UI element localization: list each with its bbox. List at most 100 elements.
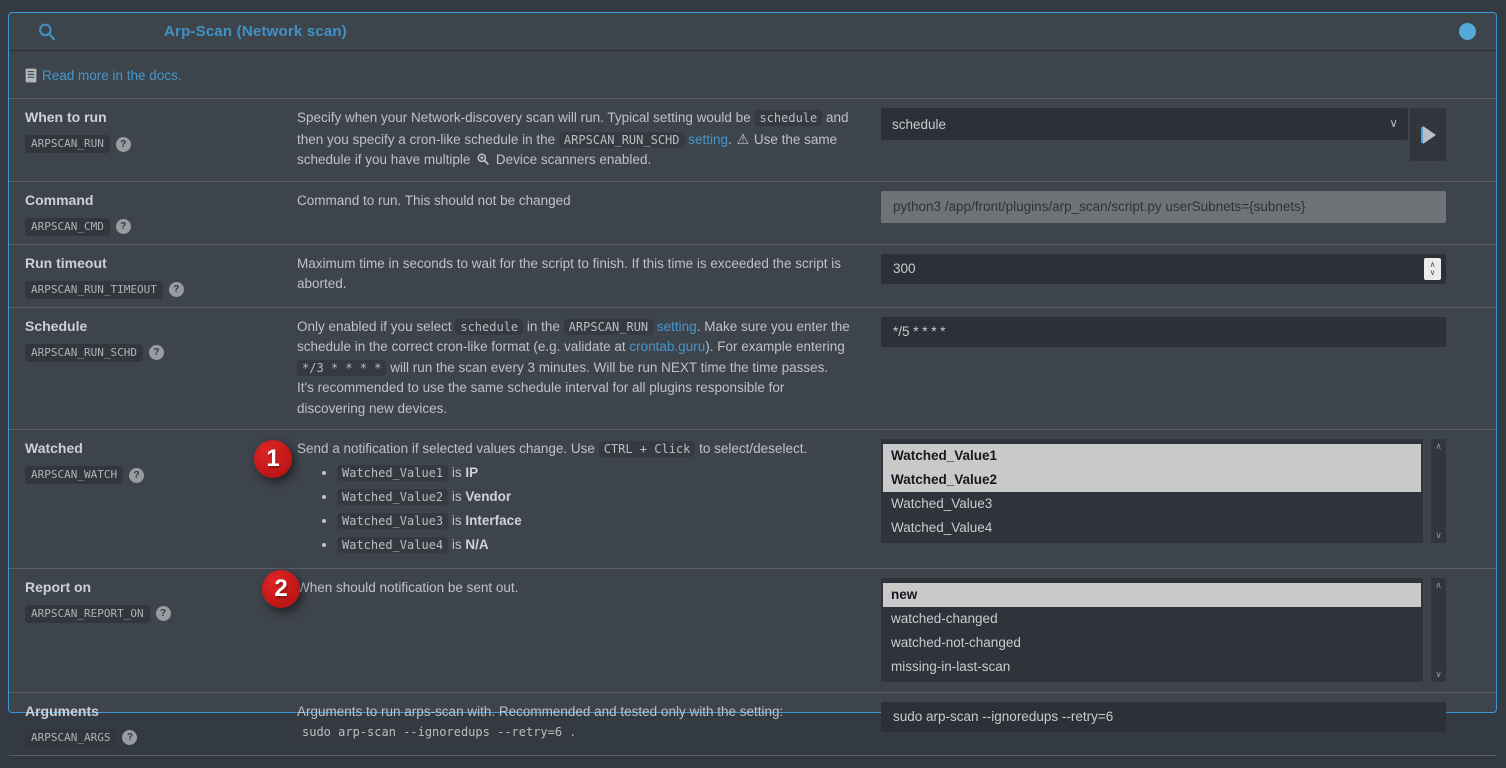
option-missing-in-last-scan[interactable]: missing-in-last-scan xyxy=(883,655,1421,679)
setting-label-cell: Arguments ARPSCAN_ARGS ? xyxy=(9,693,281,755)
setting-key-badge: ARPSCAN_CMD xyxy=(25,218,110,236)
setting-description: Only enabled if you select schedule in t… xyxy=(281,308,869,430)
setting-row: Watched ARPSCAN_WATCH ? Send a notificat… xyxy=(9,429,1496,568)
help-icon[interactable]: ? xyxy=(129,468,144,483)
schedule-input[interactable] xyxy=(881,317,1446,347)
emphasized-value: N/A xyxy=(465,537,488,552)
run-type-select[interactable]: schedule ∨ xyxy=(881,108,1408,140)
setting-control xyxy=(869,182,1496,244)
control-wrap: schedule ∨ xyxy=(881,108,1446,161)
setting-control xyxy=(869,693,1496,755)
setting-label-cell: Schedule ARPSCAN_RUN_SCHD ? xyxy=(9,308,281,430)
help-icon[interactable]: ? xyxy=(149,345,164,360)
inline-code-chip: schedule xyxy=(455,319,523,335)
select-value: schedule xyxy=(892,117,946,132)
setting-label-cell: Command ARPSCAN_CMD ? xyxy=(9,182,281,244)
setting-key-badge: ARPSCAN_RUN_TIMEOUT xyxy=(25,281,163,299)
inline-code-chip: Watched_Value1 xyxy=(337,465,448,481)
settings-page: Arp-Scan (Network scan) Read more in the… xyxy=(0,0,1506,726)
setting-row: Arguments ARPSCAN_ARGS ? Arguments to ru… xyxy=(9,692,1496,755)
option-watched-changed[interactable]: watched-changed xyxy=(883,607,1421,631)
option-new[interactable]: new xyxy=(883,583,1421,607)
panel-footer xyxy=(9,755,1496,768)
setting-label-cell: Report on ARPSCAN_REPORT_ON ? xyxy=(9,569,281,692)
plugin-title: Arp-Scan (Network scan) xyxy=(164,23,347,40)
control-wrap xyxy=(881,191,1446,223)
option-watched_value1[interactable]: Watched_Value1 xyxy=(883,444,1421,468)
setting-control xyxy=(869,308,1496,430)
plugin-header[interactable]: Arp-Scan (Network scan) xyxy=(9,13,1496,51)
setting-description: Specify when your Network-discovery scan… xyxy=(281,99,869,181)
inline-link[interactable]: setting xyxy=(657,319,697,334)
setting-control: newwatched-changedwatched-not-changedmis… xyxy=(869,569,1496,692)
control-wrap: Watched_Value1Watched_Value2Watched_Valu… xyxy=(881,439,1446,543)
inline-code-chip: Watched_Value2 xyxy=(337,489,448,505)
help-icon[interactable]: ? xyxy=(116,219,131,234)
docs-link[interactable]: Read more in the docs. xyxy=(42,68,182,83)
arguments-input[interactable] xyxy=(881,702,1446,732)
search-icon xyxy=(37,22,59,42)
setting-label: Run timeout xyxy=(25,255,273,272)
watched-multiselect[interactable]: Watched_Value1Watched_Value2Watched_Valu… xyxy=(881,439,1423,543)
number-spinner[interactable]: ∧∨ xyxy=(1424,258,1441,280)
option-watched_value4[interactable]: Watched_Value4 xyxy=(883,516,1421,540)
inline-code-chip: */3 * * * * xyxy=(297,360,386,376)
warning-icon: ⚠ xyxy=(736,131,751,147)
chevron-down-icon: ∨ xyxy=(1389,116,1398,130)
timeout-input[interactable] xyxy=(881,254,1446,284)
setting-key-badge: ARPSCAN_ARGS xyxy=(25,729,116,747)
option-watched-not-changed[interactable]: watched-not-changed xyxy=(883,631,1421,655)
bullet-item: Watched_Value2 is Vendor xyxy=(337,486,855,508)
scroll-down-icon: ∨ xyxy=(1435,670,1442,679)
setting-control: schedule ∨ xyxy=(869,99,1496,181)
bullet-item: Watched_Value3 is Interface xyxy=(337,510,855,532)
help-icon[interactable]: ? xyxy=(122,730,137,745)
option-watched_value3[interactable]: Watched_Value3 xyxy=(883,492,1421,516)
setting-label: When to run xyxy=(25,109,273,126)
run-now-button[interactable] xyxy=(1410,108,1446,161)
multiselect-scrollbar[interactable]: ∧∨ xyxy=(1431,439,1446,543)
option-watched_value2[interactable]: Watched_Value2 xyxy=(883,468,1421,492)
inline-code-chip: ARPSCAN_RUN xyxy=(564,319,653,335)
control-wrap: newwatched-changedwatched-not-changedmis… xyxy=(881,578,1446,682)
multiselect-scrollbar[interactable]: ∧∨ xyxy=(1431,578,1446,682)
inline-code-chip: CTRL + Click xyxy=(599,441,696,457)
control-wrap: ∧∨ xyxy=(881,254,1446,284)
enabled-indicator-dot[interactable] xyxy=(1459,23,1476,40)
scroll-up-icon: ∧ xyxy=(1435,581,1442,590)
setting-row: Report on ARPSCAN_REPORT_ON ? When shoul… xyxy=(9,568,1496,692)
bullet-item: Watched_Value4 is N/A xyxy=(337,534,855,556)
setting-control: ∧∨ xyxy=(869,245,1496,307)
setting-row: Schedule ARPSCAN_RUN_SCHD ? Only enabled… xyxy=(9,307,1496,430)
inline-code-chip: ARPSCAN_RUN_SCHD xyxy=(559,132,685,148)
setting-label-cell: Run timeout ARPSCAN_RUN_TIMEOUT ? xyxy=(9,245,281,307)
help-icon[interactable]: ? xyxy=(169,282,184,297)
inline-code-chip: Watched_Value3 xyxy=(337,513,448,529)
setting-description: Maximum time in seconds to wait for the … xyxy=(281,245,869,307)
setting-bullets: Watched_Value1 is IPWatched_Value2 is Ve… xyxy=(297,462,855,556)
setting-label: Report on xyxy=(25,579,273,596)
spinner-down-icon: ∨ xyxy=(1430,269,1436,277)
inline-code-chip: schedule xyxy=(754,110,822,126)
setting-description: When should notification be sent out. xyxy=(281,569,869,692)
inline-code-chip: Watched_Value4 xyxy=(337,537,448,553)
report-on-multiselect[interactable]: newwatched-changedwatched-not-changedmis… xyxy=(881,578,1423,682)
setting-label: Arguments xyxy=(25,703,273,720)
help-icon[interactable]: ? xyxy=(116,137,131,152)
setting-row: Command ARPSCAN_CMD ? Command to run. Th… xyxy=(9,181,1496,244)
setting-key-badge: ARPSCAN_REPORT_ON xyxy=(25,605,150,623)
setting-control: Watched_Value1Watched_Value2Watched_Valu… xyxy=(869,430,1496,568)
docs-row: Read more in the docs. xyxy=(9,51,1496,98)
inline-link[interactable]: crontab.guru xyxy=(629,339,705,354)
help-icon[interactable]: ? xyxy=(156,606,171,621)
annotation-badge-2: 2 xyxy=(262,570,300,608)
setting-key-badge: ARPSCAN_WATCH xyxy=(25,466,123,484)
emphasized-value: IP xyxy=(465,465,478,480)
setting-key-badge: ARPSCAN_RUN xyxy=(25,135,110,153)
inline-link[interactable]: setting xyxy=(688,132,728,147)
control-wrap xyxy=(881,702,1446,732)
annotation-badge-1: 1 xyxy=(254,440,292,478)
settings-rows: When to run ARPSCAN_RUN ? Specify when y… xyxy=(9,98,1496,755)
emphasized-value: Vendor xyxy=(465,489,511,504)
control-wrap xyxy=(881,317,1446,347)
